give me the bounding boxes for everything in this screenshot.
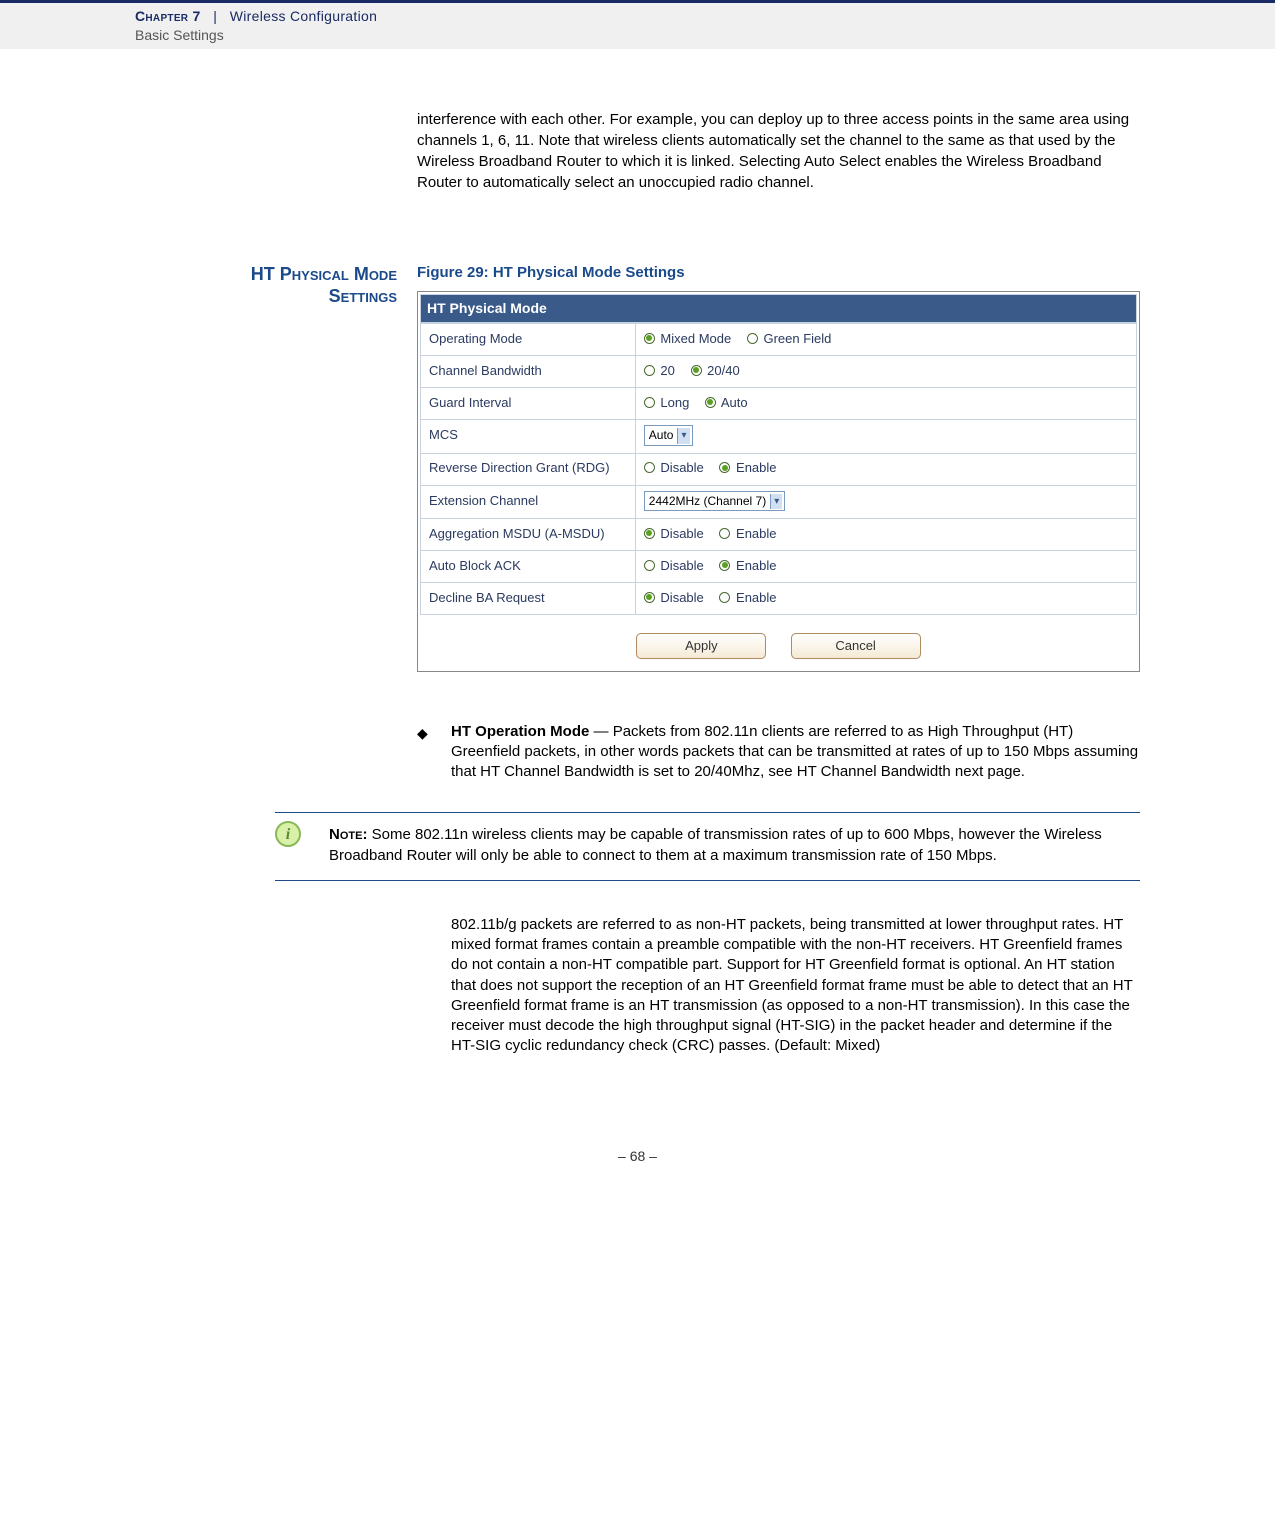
radio-label-dba-enable: Enable bbox=[736, 590, 776, 605]
control-amsdu: Disable Enable bbox=[635, 519, 1136, 551]
row-mcs: MCS Auto▾ bbox=[421, 419, 1137, 453]
radio-amsdu-enable[interactable] bbox=[719, 528, 730, 539]
note-label: Note: bbox=[329, 826, 367, 843]
note-body: Some 802.11n wireless clients may be cap… bbox=[329, 826, 1102, 863]
row-amsdu: Aggregation MSDU (A-MSDU) Disable Enable bbox=[421, 519, 1137, 551]
note-text: Note: Some 802.11n wireless clients may … bbox=[329, 825, 1140, 866]
control-channel-bw: 20 20/40 bbox=[635, 355, 1136, 387]
row-operating-mode: Operating Mode Mixed Mode Green Field bbox=[421, 323, 1137, 355]
radio-label-amsdu-disable: Disable bbox=[660, 526, 703, 541]
ht-settings-panel: HT Physical Mode Operating Mode Mixed Mo… bbox=[417, 291, 1140, 672]
select-mcs[interactable]: Auto▾ bbox=[644, 425, 693, 446]
chevron-down-icon: ▾ bbox=[770, 494, 782, 510]
label-decline-ba: Decline BA Request bbox=[421, 583, 636, 615]
radio-dba-enable[interactable] bbox=[719, 592, 730, 603]
label-ext-channel: Extension Channel bbox=[421, 485, 636, 519]
chapter-subtitle: Basic Settings bbox=[135, 26, 1275, 45]
bullet-title: HT Operation Mode bbox=[451, 723, 589, 740]
radio-bw-2040[interactable] bbox=[691, 365, 702, 376]
control-ext-channel: 2442MHz (Channel 7) ▾ bbox=[635, 485, 1136, 519]
ht-section: HT Physical Mode Settings Figure 29: HT … bbox=[135, 263, 1140, 722]
radio-label-mixed: Mixed Mode bbox=[660, 331, 731, 346]
figure-caption: Figure 29: HT Physical Mode Settings bbox=[417, 263, 1140, 283]
bullet-diamond-icon: ◆ bbox=[417, 722, 451, 783]
chapter-title: Wireless Configuration bbox=[230, 8, 377, 24]
radio-rdg-enable[interactable] bbox=[719, 462, 730, 473]
label-mcs: MCS bbox=[421, 419, 636, 453]
bullet-ht-operation: ◆ HT Operation Mode — Packets from 802.1… bbox=[417, 722, 1140, 783]
row-channel-bw: Channel Bandwidth 20 20/40 bbox=[421, 355, 1137, 387]
intro-paragraph: interference with each other. For exampl… bbox=[417, 109, 1140, 193]
bullet-text: HT Operation Mode — Packets from 802.11n… bbox=[451, 722, 1140, 783]
radio-aba-enable[interactable] bbox=[719, 560, 730, 571]
page-header: Chapter 7 | Wireless Configuration Basic… bbox=[0, 0, 1275, 49]
row-guard-interval: Guard Interval Long Auto bbox=[421, 387, 1137, 419]
radio-label-auto: Auto bbox=[721, 395, 748, 410]
radio-label-aba-disable: Disable bbox=[660, 558, 703, 573]
radio-dba-disable[interactable] bbox=[644, 592, 655, 603]
select-ext-channel[interactable]: 2442MHz (Channel 7) ▾ bbox=[644, 491, 785, 512]
row-ext-channel: Extension Channel 2442MHz (Channel 7) ▾ bbox=[421, 485, 1137, 519]
ht-settings-table: Operating Mode Mixed Mode Green Field Ch… bbox=[420, 323, 1137, 615]
radio-label-rdg-disable: Disable bbox=[660, 460, 703, 475]
apply-button[interactable]: Apply bbox=[636, 633, 766, 659]
radio-bw-20[interactable] bbox=[644, 365, 655, 376]
ht-panel-title: HT Physical Mode bbox=[420, 294, 1137, 323]
row-rdg: Reverse Direction Grant (RDG) Disable En… bbox=[421, 453, 1137, 485]
note-block: i Note: Some 802.11n wireless clients ma… bbox=[275, 812, 1140, 881]
radio-label-20: 20 bbox=[660, 363, 674, 378]
radio-amsdu-disable[interactable] bbox=[644, 528, 655, 539]
radio-green-field[interactable] bbox=[747, 333, 758, 344]
radio-mixed-mode[interactable] bbox=[644, 333, 655, 344]
radio-aba-disable[interactable] bbox=[644, 560, 655, 571]
ht-section-heading: HT Physical Mode Settings bbox=[135, 263, 417, 308]
radio-label-2040: 20/40 bbox=[707, 363, 740, 378]
control-operating-mode: Mixed Mode Green Field bbox=[635, 323, 1136, 355]
select-ext-channel-value: 2442MHz (Channel 7) bbox=[649, 494, 766, 508]
label-auto-block-ack: Auto Block ACK bbox=[421, 551, 636, 583]
control-rdg: Disable Enable bbox=[635, 453, 1136, 485]
radio-label-aba-enable: Enable bbox=[736, 558, 776, 573]
cancel-button[interactable]: Cancel bbox=[791, 633, 921, 659]
label-rdg: Reverse Direction Grant (RDG) bbox=[421, 453, 636, 485]
radio-label-green: Green Field bbox=[763, 331, 831, 346]
separator: | bbox=[213, 8, 217, 24]
select-mcs-value: Auto bbox=[649, 428, 674, 442]
control-auto-block-ack: Disable Enable bbox=[635, 551, 1136, 583]
label-operating-mode: Operating Mode bbox=[421, 323, 636, 355]
label-channel-bw: Channel Bandwidth bbox=[421, 355, 636, 387]
radio-rdg-disable[interactable] bbox=[644, 462, 655, 473]
row-auto-block-ack: Auto Block ACK Disable Enable bbox=[421, 551, 1137, 583]
row-decline-ba: Decline BA Request Disable Enable bbox=[421, 583, 1137, 615]
page-footer: – 68 – bbox=[0, 1107, 1275, 1166]
control-mcs: Auto▾ bbox=[635, 419, 1136, 453]
chapter-line: Chapter 7 | Wireless Configuration bbox=[135, 7, 1275, 26]
radio-label-long: Long bbox=[660, 395, 689, 410]
button-row: Apply Cancel bbox=[420, 615, 1137, 669]
radio-gi-auto[interactable] bbox=[705, 397, 716, 408]
label-guard-interval: Guard Interval bbox=[421, 387, 636, 419]
label-amsdu: Aggregation MSDU (A-MSDU) bbox=[421, 519, 636, 551]
radio-label-amsdu-enable: Enable bbox=[736, 526, 776, 541]
chapter-number: 7 bbox=[193, 8, 201, 24]
radio-label-dba-disable: Disable bbox=[660, 590, 703, 605]
radio-gi-long[interactable] bbox=[644, 397, 655, 408]
control-guard-interval: Long Auto bbox=[635, 387, 1136, 419]
chapter-label: Chapter bbox=[135, 8, 188, 24]
chevron-down-icon: ▾ bbox=[677, 428, 689, 444]
after-note-paragraph: 802.11b/g packets are referred to as non… bbox=[451, 915, 1140, 1057]
control-decline-ba: Disable Enable bbox=[635, 583, 1136, 615]
info-icon: i bbox=[275, 821, 301, 847]
radio-label-rdg-enable: Enable bbox=[736, 460, 776, 475]
